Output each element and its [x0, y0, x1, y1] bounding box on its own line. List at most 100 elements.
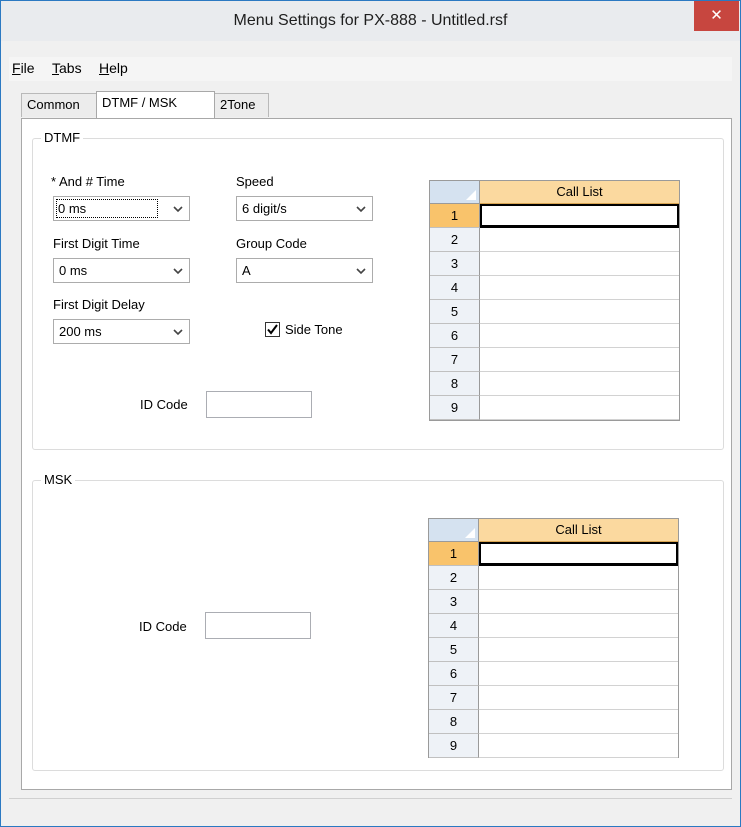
table-row[interactable]: 7: [429, 686, 678, 710]
table-row[interactable]: 3: [430, 252, 679, 276]
call-list-cell[interactable]: [479, 566, 678, 590]
msk-group: MSK ID Code Call List 123456789: [32, 472, 724, 771]
row-header[interactable]: 8: [429, 710, 479, 734]
grid-corner[interactable]: [429, 519, 479, 542]
checkmark-icon: [267, 324, 278, 335]
row-header[interactable]: 7: [429, 686, 479, 710]
dtmf-id-code-label: ID Code: [140, 397, 188, 412]
group-code-label: Group Code: [236, 236, 307, 251]
msk-id-code-label: ID Code: [139, 619, 187, 634]
grid-corner-icon: [465, 528, 475, 538]
call-list-column-header[interactable]: Call List: [479, 519, 678, 542]
group-code-select[interactable]: A: [236, 258, 373, 283]
table-row[interactable]: 3: [429, 590, 678, 614]
msk-id-code-input[interactable]: [205, 612, 311, 639]
call-list-cell[interactable]: [480, 396, 679, 420]
row-header[interactable]: 3: [429, 590, 479, 614]
table-row[interactable]: 4: [430, 276, 679, 300]
row-header[interactable]: 9: [429, 734, 479, 758]
star-hash-time-select[interactable]: 0 ms: [53, 196, 190, 221]
side-tone-checkbox[interactable]: [265, 322, 280, 337]
row-header[interactable]: 2: [430, 228, 480, 252]
call-list-cell[interactable]: [479, 710, 678, 734]
dtmf-call-list-grid[interactable]: Call List 123456789: [429, 180, 680, 421]
row-header[interactable]: 5: [429, 638, 479, 662]
row-header[interactable]: 9: [430, 396, 480, 420]
chevron-down-icon: [173, 329, 183, 336]
chevron-down-icon: [173, 268, 183, 275]
first-digit-time-label: First Digit Time: [53, 236, 140, 251]
call-list-column-header[interactable]: Call List: [480, 181, 679, 204]
row-header[interactable]: 6: [429, 662, 479, 686]
first-digit-delay-label: First Digit Delay: [53, 297, 145, 312]
dtmf-id-code-input[interactable]: [206, 391, 312, 418]
window: Menu Settings for PX-888 - Untitled.rsf …: [0, 0, 741, 827]
table-row[interactable]: 1: [429, 542, 678, 566]
speed-select[interactable]: 6 digit/s: [236, 196, 373, 221]
table-row[interactable]: 6: [429, 662, 678, 686]
menu-help[interactable]: Help: [99, 60, 128, 76]
call-list-cell[interactable]: [480, 324, 679, 348]
chevron-down-icon: [173, 206, 183, 213]
row-header[interactable]: 4: [430, 276, 480, 300]
row-header[interactable]: 8: [430, 372, 480, 396]
call-list-cell[interactable]: [480, 276, 679, 300]
menu-tabs[interactable]: Tabs: [52, 60, 82, 76]
menu-bar: File Tabs Help: [9, 57, 732, 81]
title-bar[interactable]: Menu Settings for PX-888 - Untitled.rsf …: [1, 1, 740, 41]
row-header[interactable]: 6: [430, 324, 480, 348]
call-list-cell[interactable]: [480, 372, 679, 396]
msk-group-label: MSK: [41, 472, 76, 487]
call-list-cell[interactable]: [479, 590, 678, 614]
row-header[interactable]: 5: [430, 300, 480, 324]
row-header[interactable]: 3: [430, 252, 480, 276]
call-list-cell[interactable]: [479, 542, 678, 566]
call-list-cell[interactable]: [480, 348, 679, 372]
close-button[interactable]: ✕: [694, 1, 739, 31]
call-list-cell[interactable]: [479, 662, 678, 686]
table-row[interactable]: 8: [429, 710, 678, 734]
row-header[interactable]: 4: [429, 614, 479, 638]
table-row[interactable]: 5: [429, 638, 678, 662]
side-tone-label: Side Tone: [285, 322, 343, 337]
row-header[interactable]: 7: [430, 348, 480, 372]
dtmf-group: DTMF * And # Time 0 ms Speed 6 digit/s F…: [32, 130, 724, 450]
dtmf-group-label: DTMF: [41, 130, 84, 145]
tab-2tone[interactable]: 2Tone: [214, 93, 269, 117]
call-list-cell[interactable]: [480, 252, 679, 276]
first-digit-time-select[interactable]: 0 ms: [53, 258, 190, 283]
status-bar: [9, 798, 732, 820]
table-row[interactable]: 9: [430, 396, 679, 420]
tab-common[interactable]: Common: [21, 93, 97, 117]
call-list-cell[interactable]: [480, 228, 679, 252]
call-list-cell[interactable]: [479, 614, 678, 638]
call-list-cell[interactable]: [479, 638, 678, 662]
table-row[interactable]: 6: [430, 324, 679, 348]
close-icon: ✕: [710, 7, 723, 24]
speed-label: Speed: [236, 174, 274, 189]
msk-call-list-grid[interactable]: Call List 123456789: [428, 518, 679, 758]
table-row[interactable]: 5: [430, 300, 679, 324]
table-row[interactable]: 8: [430, 372, 679, 396]
table-row[interactable]: 1: [430, 204, 679, 228]
call-list-cell[interactable]: [479, 734, 678, 758]
row-header[interactable]: 1: [429, 542, 479, 566]
table-row[interactable]: 2: [430, 228, 679, 252]
call-list-cell[interactable]: [479, 686, 678, 710]
row-header[interactable]: 1: [430, 204, 480, 228]
star-hash-time-label: * And # Time: [51, 174, 125, 189]
chevron-down-icon: [356, 206, 366, 213]
tab-dtmf-msk[interactable]: DTMF / MSK: [96, 91, 215, 118]
window-title: Menu Settings for PX-888 - Untitled.rsf: [233, 12, 508, 29]
table-row[interactable]: 2: [429, 566, 678, 590]
table-row[interactable]: 9: [429, 734, 678, 758]
first-digit-delay-select[interactable]: 200 ms: [53, 319, 190, 344]
menu-file[interactable]: File: [12, 60, 35, 76]
row-header[interactable]: 2: [429, 566, 479, 590]
grid-corner-icon: [466, 190, 476, 200]
table-row[interactable]: 7: [430, 348, 679, 372]
call-list-cell[interactable]: [480, 204, 679, 228]
grid-corner[interactable]: [430, 181, 480, 204]
table-row[interactable]: 4: [429, 614, 678, 638]
call-list-cell[interactable]: [480, 300, 679, 324]
